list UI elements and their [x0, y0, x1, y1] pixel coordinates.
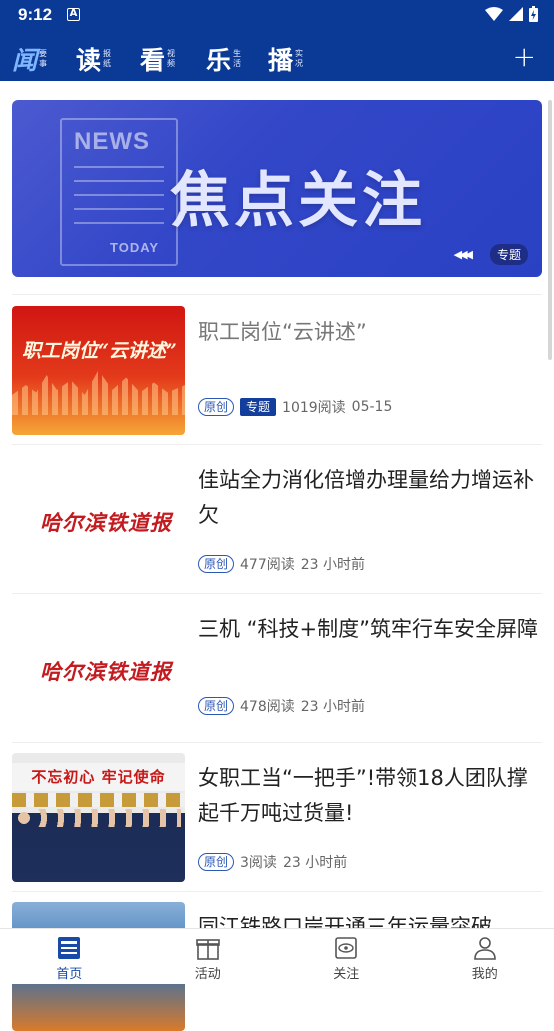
- article-item[interactable]: 哈尔滨铁道报 佳站全力消化倍增办理量给力增运补欠 原创 477阅读 23 小时前: [12, 444, 542, 593]
- read-count: 478阅读: [240, 696, 295, 716]
- signal-icon: [509, 7, 523, 21]
- tab-activity-label: 活动: [195, 963, 221, 982]
- original-tag: 原创: [198, 697, 234, 715]
- brand-tab-news[interactable]: 闻 要事: [12, 41, 47, 77]
- article-item[interactable]: 哈尔滨铁道报 三机 “科技+制度”筑牢行车安全屏障 原创 478阅读 23 小时…: [12, 593, 542, 742]
- tab-profile-label: 我的: [472, 963, 498, 982]
- tab-home-label: 首页: [56, 963, 82, 982]
- article-title: 职工岗位“云讲述”: [198, 315, 548, 350]
- read-count: 3阅读: [240, 852, 277, 872]
- tab-profile[interactable]: 我的: [416, 929, 554, 984]
- original-tag: 原创: [198, 398, 234, 416]
- gift-icon: [195, 935, 221, 961]
- notification-a-icon: A: [67, 8, 80, 21]
- brand-tab-read[interactable]: 读 报纸: [76, 41, 111, 77]
- original-tag: 原创: [198, 555, 234, 573]
- publish-time: 23 小时前: [283, 852, 347, 872]
- publish-time: 23 小时前: [301, 696, 365, 716]
- status-time: 9:12: [18, 5, 52, 25]
- article-title: 佳站全力消化倍增办理量给力增运补欠: [198, 463, 548, 533]
- read-count: 477阅读: [240, 554, 295, 574]
- add-button[interactable]: +: [513, 40, 536, 73]
- article-thumbnail: 哈尔滨铁道报: [12, 455, 185, 584]
- tab-home[interactable]: 首页: [0, 929, 139, 984]
- banner-headline: 焦点关注: [170, 152, 426, 239]
- wifi-icon: [485, 7, 503, 21]
- banner-arrows-icon: ◀◀◀: [454, 248, 470, 261]
- eye-icon: [333, 935, 359, 961]
- article-thumbnail: 职工岗位“云讲述”: [12, 306, 185, 435]
- article-thumbnail: 不忘初心 牢记使命: [12, 753, 185, 882]
- tab-follow[interactable]: 关注: [277, 929, 416, 984]
- banner-today-label: TODAY: [110, 240, 159, 255]
- article-meta: 原创 专题 1019阅读 05-15: [198, 397, 392, 417]
- brand-tab-watch[interactable]: 看 视频: [140, 41, 175, 77]
- publish-time: 05-15: [352, 399, 393, 415]
- focus-banner[interactable]: NEWS TODAY 焦点关注 ◀◀◀ 专题: [12, 100, 542, 277]
- publish-time: 23 小时前: [301, 554, 365, 574]
- topic-tag: 专题: [240, 398, 276, 416]
- article-title: 女职工当“一把手”!带领18人团队撑起千万吨过货量!: [198, 761, 548, 831]
- battery-icon: [529, 6, 538, 22]
- article-item[interactable]: 不忘初心 牢记使命 女职工当“一把手”!带领18人团队撑起千万吨过货量! 原创 …: [12, 742, 542, 891]
- read-count: 1019阅读: [282, 397, 346, 417]
- article-thumbnail: 哈尔滨铁道报: [12, 604, 185, 733]
- tab-activity[interactable]: 活动: [139, 929, 278, 984]
- article-meta: 原创 478阅读 23 小时前: [198, 696, 365, 716]
- tab-follow-label: 关注: [333, 963, 359, 982]
- app-bar: 闻 要事 读 报纸 看 视频 乐 生活 播 实况 +: [0, 32, 554, 81]
- original-tag: 原创: [198, 853, 234, 871]
- scrollbar[interactable]: [548, 100, 552, 360]
- article-meta: 原创 477阅读 23 小时前: [198, 554, 365, 574]
- bottom-tab-bar: 首页 活动 关注 我的: [0, 928, 554, 984]
- banner-news-label: NEWS: [74, 128, 150, 156]
- article-meta: 原创 3阅读 23 小时前: [198, 852, 347, 872]
- status-bar: 9:12 A: [0, 0, 554, 32]
- brand-tab-life[interactable]: 乐 生活: [206, 41, 241, 77]
- article-list: 职工岗位“云讲述” 职工岗位“云讲述” 原创 专题 1019阅读 05-15 哈…: [12, 294, 542, 951]
- news-icon: [56, 935, 82, 961]
- user-icon: [472, 935, 498, 961]
- article-title: 三机 “科技+制度”筑牢行车安全屏障: [198, 612, 548, 647]
- article-item[interactable]: 职工岗位“云讲述” 职工岗位“云讲述” 原创 专题 1019阅读 05-15: [12, 294, 542, 444]
- brand-tab-broadcast[interactable]: 播 实况: [268, 41, 303, 77]
- banner-topic-badge: 专题: [490, 244, 528, 265]
